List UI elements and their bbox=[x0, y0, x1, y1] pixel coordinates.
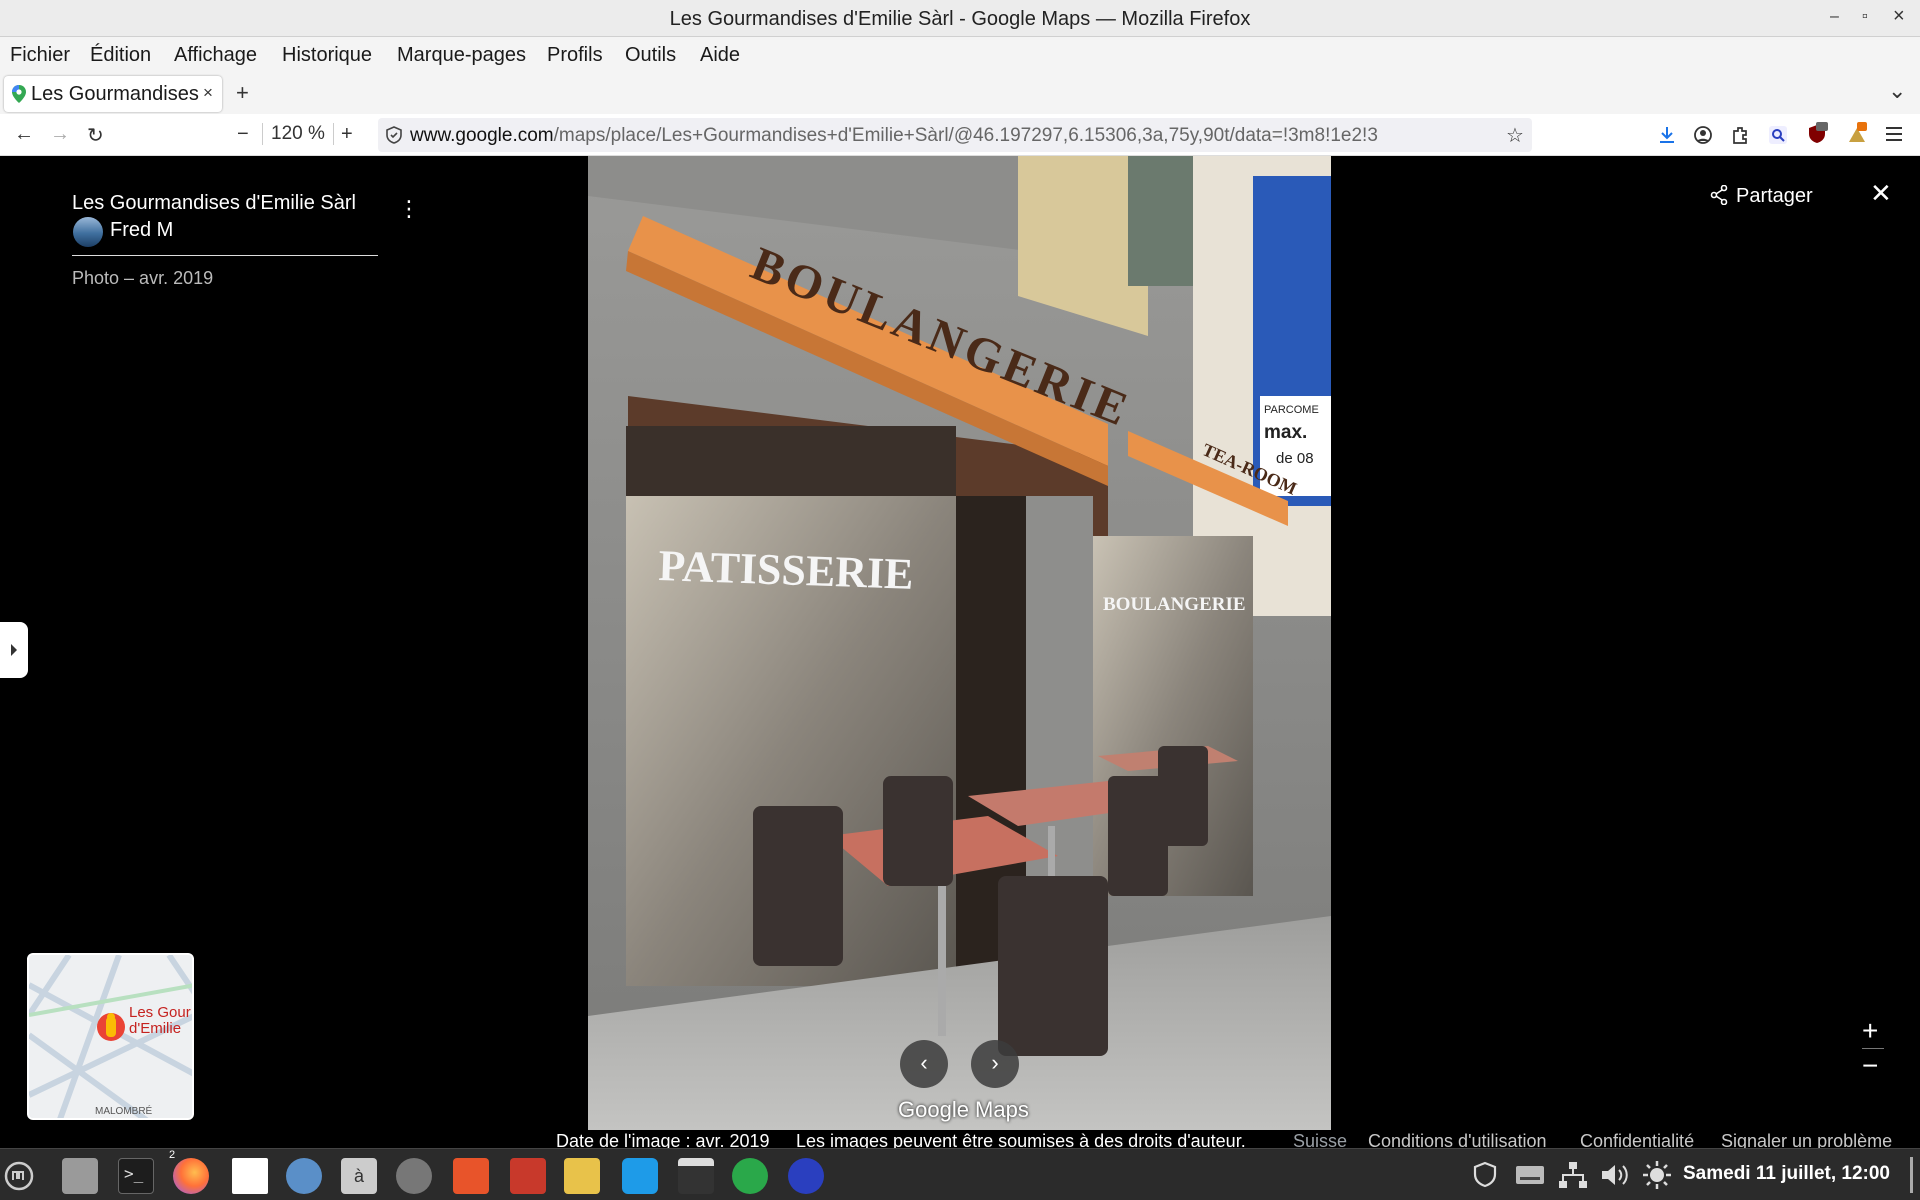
hamburger-menu-icon[interactable] bbox=[1885, 126, 1903, 142]
url-text: www.google.com/maps/place/Les+Gourmandis… bbox=[410, 125, 1495, 147]
volume-icon[interactable] bbox=[1600, 1162, 1630, 1188]
more-options-icon[interactable]: ⋮ bbox=[398, 196, 420, 222]
author-name[interactable]: Fred M bbox=[110, 219, 173, 242]
tab-bar: Les Gourmandises d'Emilie Sàrl × + ⌄ bbox=[0, 74, 1920, 114]
url-domain: www.google.com bbox=[410, 125, 554, 146]
app-green-icon[interactable] bbox=[732, 1158, 768, 1194]
taskbar: >_ 2 à Samedi 11 juillet, 12:00 bbox=[0, 1148, 1920, 1200]
menu-affichage[interactable]: Affichage bbox=[174, 44, 257, 67]
network-icon[interactable] bbox=[1558, 1161, 1588, 1189]
forward-button[interactable]: → bbox=[50, 123, 70, 146]
minimap-illustration bbox=[29, 955, 192, 1118]
gimp-icon[interactable] bbox=[396, 1158, 432, 1194]
address-bar[interactable]: www.google.com/maps/place/Les+Gourmandis… bbox=[378, 118, 1532, 152]
divider bbox=[72, 255, 378, 256]
clock[interactable]: Samedi 11 juillet, 12:00 bbox=[1683, 1163, 1890, 1185]
brightness-icon[interactable] bbox=[1642, 1160, 1672, 1190]
menu-profils[interactable]: Profils bbox=[547, 44, 603, 67]
start-menu-icon[interactable] bbox=[4, 1161, 34, 1191]
parking-sign-text-1: PARCOME bbox=[1264, 404, 1319, 416]
parking-sign-text-2: max. bbox=[1264, 422, 1307, 443]
close-viewer-button[interactable]: ✕ bbox=[1870, 178, 1892, 209]
reload-button[interactable]: ↻ bbox=[87, 123, 104, 148]
extensions-icon[interactable] bbox=[1730, 125, 1750, 145]
firefox-icon[interactable] bbox=[173, 1158, 209, 1194]
menu-marque-pages[interactable]: Marque-pages bbox=[397, 44, 526, 67]
storefront-photo[interactable]: PARCOME max. de 08 BOULANGERIE TEA-ROOM … bbox=[588, 156, 1331, 1130]
shield-icon[interactable] bbox=[1472, 1161, 1498, 1189]
tab-list-button[interactable]: ⌄ bbox=[1888, 78, 1906, 104]
back-button[interactable]: ← bbox=[14, 123, 34, 146]
site-security-icon bbox=[386, 126, 402, 144]
window-patisserie-text: PATISSERIE bbox=[658, 541, 915, 599]
mini-map[interactable]: Les Gour d'Emilie MALOMBRÉ bbox=[27, 953, 194, 1120]
sync-app-icon[interactable] bbox=[622, 1158, 658, 1194]
maps-pin-icon bbox=[12, 85, 26, 103]
menu-historique[interactable]: Historique bbox=[282, 44, 372, 67]
qr-code-icon[interactable] bbox=[510, 1158, 546, 1194]
firefox-window-count: 2 bbox=[169, 1149, 176, 1161]
window-titlebar: Les Gourmandises d'Emilie Sàrl - Google … bbox=[0, 0, 1920, 37]
tab-close-button[interactable]: × bbox=[203, 83, 213, 103]
share-icon bbox=[1710, 184, 1728, 206]
navigation-bar: ← → ↻ − 120 % + www.google.com/maps/plac… bbox=[0, 114, 1920, 156]
menu-aide[interactable]: Aide bbox=[700, 44, 740, 67]
zoom-out-button[interactable]: − bbox=[237, 123, 249, 146]
zoom-divider bbox=[1862, 1048, 1884, 1049]
share-label: Partager bbox=[1736, 185, 1813, 207]
minimap-place-label-2: d'Emilie bbox=[129, 1020, 182, 1037]
parking-sign-text-3: de 08 bbox=[1276, 450, 1314, 467]
bookmark-star-icon[interactable]: ☆ bbox=[1506, 123, 1524, 148]
video-editor-icon[interactable] bbox=[678, 1158, 714, 1194]
menu-outils[interactable]: Outils bbox=[625, 44, 676, 67]
zoom-controls: + − bbox=[1862, 1016, 1884, 1081]
account-icon[interactable] bbox=[1693, 125, 1713, 145]
ublock-icon[interactable] bbox=[1806, 122, 1828, 146]
keyboard-icon[interactable] bbox=[1515, 1163, 1545, 1187]
zoom-level[interactable]: 120 % bbox=[262, 123, 334, 145]
side-panel-toggle[interactable] bbox=[0, 622, 28, 678]
photo-date: Photo – avr. 2019 bbox=[72, 268, 214, 288]
zoom-out-button[interactable]: − bbox=[1862, 1051, 1884, 1081]
storefront-illustration: PARCOME max. de 08 BOULANGERIE TEA-ROOM … bbox=[588, 156, 1331, 1130]
minimap-place-label-1: Les Gour bbox=[129, 1004, 191, 1021]
menu-edition[interactable]: Édition bbox=[90, 44, 151, 67]
google-maps-logo: Google Maps bbox=[898, 1097, 1029, 1122]
cleaner-icon[interactable] bbox=[564, 1158, 600, 1194]
downloads-icon[interactable] bbox=[1657, 125, 1677, 145]
downloader-icon[interactable] bbox=[453, 1158, 489, 1194]
minimize-button[interactable]: – bbox=[1830, 8, 1839, 26]
settings-app-icon[interactable] bbox=[286, 1158, 322, 1194]
maximize-button[interactable]: ▫ bbox=[1862, 8, 1868, 26]
window-boulangerie-text: BOULANGERIE bbox=[1103, 594, 1246, 615]
author-avatar[interactable] bbox=[73, 217, 103, 247]
extension-badge-icon[interactable] bbox=[1846, 122, 1868, 146]
zoom-in-button[interactable]: + bbox=[341, 123, 353, 146]
terminal-icon[interactable]: >_ bbox=[118, 1158, 154, 1194]
new-tab-button[interactable]: + bbox=[236, 80, 249, 106]
menu-fichier[interactable]: Fichier bbox=[10, 44, 70, 67]
minimap-area-label: MALOMBRÉ bbox=[95, 1106, 153, 1117]
chevron-right-icon bbox=[11, 644, 17, 656]
character-map-icon[interactable]: à bbox=[341, 1158, 377, 1194]
window-title: Les Gourmandises d'Emilie Sàrl - Google … bbox=[669, 8, 1251, 30]
show-desktop-button[interactable] bbox=[1910, 1157, 1913, 1193]
tab-google-maps[interactable]: Les Gourmandises d'Emilie Sàrl × bbox=[4, 76, 222, 112]
previous-photo-button[interactable]: ‹ bbox=[900, 1040, 948, 1088]
url-path: /maps/place/Les+Gourmandises+d'Emilie+Sà… bbox=[553, 125, 1378, 146]
close-window-button[interactable]: × bbox=[1893, 5, 1905, 28]
tab-label: Les Gourmandises d'Emilie Sàrl bbox=[31, 83, 199, 105]
next-photo-button[interactable]: › bbox=[971, 1040, 1019, 1088]
share-button[interactable]: Partager bbox=[1710, 182, 1813, 208]
file-manager-icon[interactable] bbox=[62, 1158, 98, 1194]
zoom-in-button[interactable]: + bbox=[1862, 1016, 1884, 1046]
place-name[interactable]: Les Gourmandises d'Emilie Sàrl bbox=[72, 192, 356, 215]
text-editor-icon[interactable] bbox=[232, 1158, 268, 1194]
menu-bar: Fichier Édition Affichage Historique Mar… bbox=[0, 37, 1920, 74]
photo-viewer: Les Gourmandises d'Emilie Sàrl Fred M ⋮ … bbox=[0, 156, 1920, 1156]
audio-editor-icon[interactable] bbox=[788, 1158, 824, 1194]
search-extension-icon[interactable] bbox=[1768, 125, 1788, 145]
